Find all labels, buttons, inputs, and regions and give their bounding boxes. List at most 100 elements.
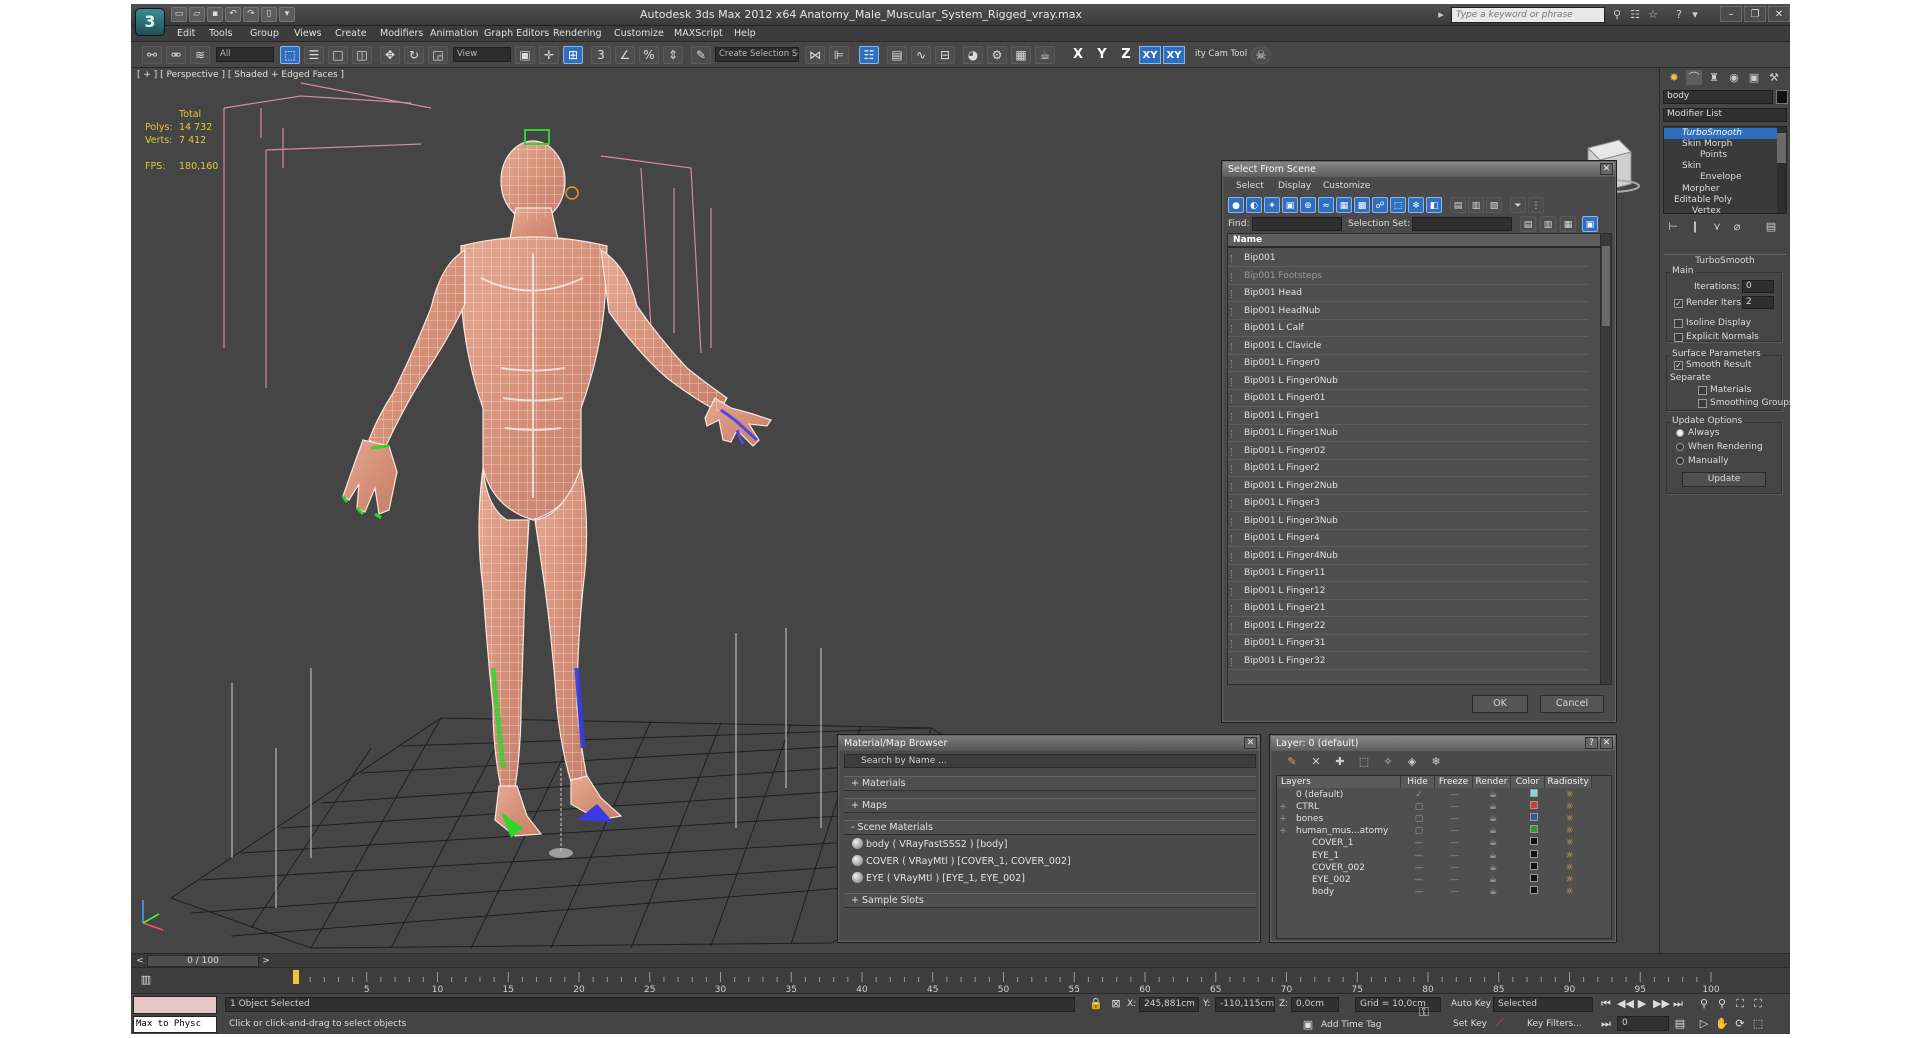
freeze-toggle-icon[interactable]: — [1436,825,1474,837]
expand-icon[interactable] [1278,850,1288,862]
col-color[interactable]: Color [1511,776,1545,788]
go-to-start-icon[interactable]: ⏮ [1599,997,1613,1011]
render-toggle-icon[interactable]: ☕ [1474,874,1512,886]
render-toggle-icon[interactable]: ☕ [1474,801,1512,813]
align-icon[interactable]: ⊫ [829,46,849,64]
pivot-center-icon[interactable]: ▣ [515,46,535,64]
lock-selection-icon[interactable]: 🔒 [1089,997,1103,1011]
menu-help[interactable]: Help [734,28,756,39]
col-render[interactable]: Render [1473,776,1511,788]
sfs-menu-customize[interactable]: Customize [1323,181,1370,191]
material-search-input[interactable]: Search by Name ... [844,754,1256,768]
hide-toggle-icon[interactable]: ▢ [1402,813,1436,825]
sfs-list-item[interactable]: Bip001 L Finger22 [1228,618,1588,635]
freeze-toggle-icon[interactable]: — [1436,801,1474,813]
layer-manager-title[interactable]: Layer: 0 (default) [1271,736,1615,751]
play-icon[interactable]: ▶ [1635,997,1649,1011]
display-shapes-icon[interactable]: ◐ [1246,197,1262,213]
section-sample-slots[interactable]: + Sample Slots [844,893,1256,908]
binoculars-icon[interactable]: ⚲ [1609,7,1625,22]
layer-row[interactable]: 0 (default) ✓ — ☕ ☼ [1276,789,1574,801]
freeze-toggle-icon[interactable]: — [1436,886,1474,898]
rectangular-selection-icon[interactable]: □ [328,46,348,64]
update-always-radio[interactable] [1676,429,1684,437]
axis-xy-button[interactable]: XY [1139,46,1161,64]
close-icon[interactable]: ✕ [1768,6,1790,22]
bind-space-warp-icon[interactable]: ≋ [190,46,210,64]
separate-materials-checkbox[interactable] [1698,386,1707,395]
display-xrefs-icon[interactable]: ▩ [1354,197,1370,213]
display-groups-icon[interactable]: ▦ [1336,197,1352,213]
stack-editable-poly[interactable]: Editable Poly [1674,195,1732,205]
unlink-icon[interactable]: ⚮ [166,46,186,64]
radiosity-icon[interactable]: ☼ [1546,801,1593,813]
modifier-list-dropdown[interactable]: Modifier List [1663,108,1787,122]
field-of-view-icon[interactable]: ▷ [1697,1017,1711,1031]
radiosity-icon[interactable]: ☼ [1546,837,1593,849]
sfs-list-item[interactable]: Bip001 L Clavicle [1228,338,1588,355]
sfs-list-item[interactable]: Bip001 L Finger2Nub [1228,478,1588,495]
col-layers[interactable]: Layers [1277,776,1401,788]
display-cameras-icon[interactable]: ▣ [1282,197,1298,213]
keyboard-shortcut-override-icon[interactable]: ⊞ [563,46,583,64]
viewport-label[interactable]: [ + ] [ Perspective ] [ Shaded + Edged F… [137,70,344,80]
named-selection-dropdown[interactable]: Create Selection Se [715,47,799,62]
communication-center-icon[interactable]: ☷ [1627,7,1643,22]
iterations-spinner[interactable]: 0 [1742,280,1774,293]
search-input[interactable]: Type a keyword or phrase [1451,7,1605,23]
edit-named-selection-icon[interactable]: ✎ [691,46,711,64]
sfs-list-item[interactable]: Bip001 L Finger1 [1228,408,1588,425]
quick-access-dropdown-icon[interactable]: ▾ [279,7,295,22]
material-browser-title[interactable]: Material/Map Browser [839,736,1259,751]
key-icon[interactable]: ⚿ [1417,1006,1431,1020]
project-folder-icon[interactable]: ▯ [261,7,277,22]
angle-snap-icon[interactable]: ∠ [615,46,635,64]
section-scene-materials[interactable]: - Scene Materials [844,820,1256,835]
layer-row[interactable]: COVER_002— — ☕ ☼ [1276,861,1574,874]
display-tab-icon[interactable]: ▣ [1746,70,1762,85]
radiosity-icon[interactable]: ☼ [1546,825,1593,837]
add-time-tag[interactable]: Add Time Tag [1321,1020,1381,1030]
radiosity-icon[interactable]: ☼ [1546,874,1593,886]
hide-toggle-icon[interactable]: ▢ [1402,801,1436,813]
remove-modifier-icon[interactable]: ⌀ [1729,219,1745,234]
hide-toggle-icon[interactable]: — [1402,837,1436,849]
turbosmooth-rollout-title[interactable]: TurboSmooth [1664,254,1786,266]
zoom-extents-all-icon[interactable]: ⛶ [1751,997,1765,1011]
layer-row[interactable]: EYE_002— — ☕ ☼ [1276,873,1574,886]
layer-row[interactable]: COVER_1— — ☕ ☼ [1276,837,1574,849]
separate-smoothing-checkbox[interactable] [1698,399,1707,408]
radiosity-icon[interactable]: ☼ [1546,789,1593,801]
display-lights-icon[interactable]: ✦ [1264,197,1280,213]
section-materials[interactable]: + Materials [844,776,1256,791]
render-production-icon[interactable]: ☕ [1035,46,1055,64]
sfs-list-item[interactable]: Bip001 L Finger1Nub [1228,425,1588,442]
absolute-mode-icon[interactable]: ⊠ [1109,997,1123,1011]
next-frame-icon[interactable]: ▶▶ [1653,997,1670,1011]
sfs-name-header[interactable]: Name [1227,233,1601,247]
layer-row[interactable]: + CTRL ▢ — ☕ ☼ [1276,801,1574,813]
sfs-list-item[interactable]: Bip001 [1228,250,1588,267]
material-item-body[interactable]: body ( VRayFastSSS2 ) [body] [852,838,1256,852]
help-icon[interactable]: ? [1585,737,1598,749]
reference-coordinate-dropdown[interactable]: View [453,47,511,62]
window-crossing-icon[interactable]: ◫ [352,46,372,64]
motion-tab-icon[interactable]: ◉ [1726,70,1742,85]
chevron-right-icon[interactable]: ▸ [1433,7,1449,22]
sfs-list-item[interactable]: Bip001 L Finger31 [1228,635,1588,652]
select-manipulate-icon[interactable]: ✛ [539,46,559,64]
time-slider-right-icon[interactable]: > [259,954,273,968]
sfs-list-item[interactable]: Bip001 L Finger21 [1228,600,1588,617]
new-file-icon[interactable]: ▭ [171,7,187,22]
orbit-icon[interactable]: ⟳ [1733,1017,1747,1031]
rotate-icon[interactable]: ↻ [404,46,424,64]
modify-tab-icon[interactable]: ⌒ [1686,70,1702,85]
stack-skin[interactable]: Skin [1682,161,1701,171]
layer-row[interactable]: EYE_1— — ☕ ☼ [1276,849,1574,862]
display-none-icon[interactable]: ▥ [1468,197,1484,213]
freeze-toggle-icon[interactable]: — [1436,874,1474,886]
freeze-all-icon[interactable]: ❄ [1428,754,1444,769]
modifier-stack[interactable]: TurboSmooth Skin Morph Points Skin Envel… [1663,126,1787,216]
current-frame-input[interactable]: 0 [1617,1016,1669,1031]
time-slider-thumb[interactable]: 0 / 100 [147,955,259,967]
